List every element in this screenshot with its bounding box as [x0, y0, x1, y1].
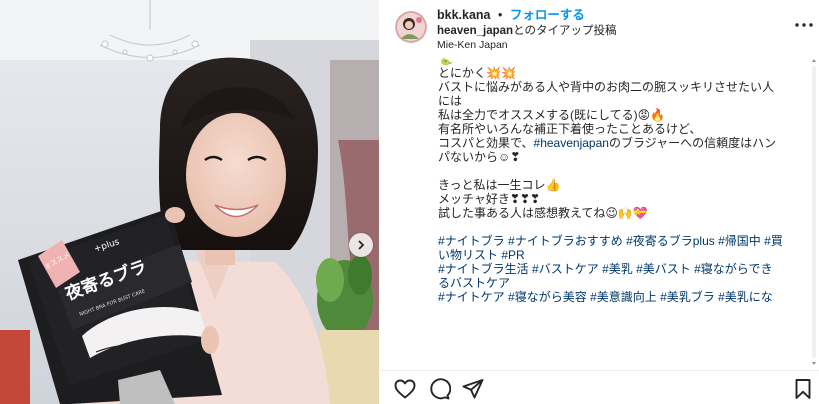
caption-line — [438, 220, 798, 234]
hashtag-link[interactable]: #美乳にな — [718, 290, 773, 304]
caption-line: メッチャ好き❣❣❣ — [438, 192, 541, 206]
post-panel: bkk.kana • フォローする heaven_japanとのタイアップ投稿 … — [379, 0, 819, 404]
hashtag-line: #ナイトケア #寝ながら美容 #美意識向上 #美乳ブラ #美乳にな — [438, 290, 798, 304]
action-bar — [379, 370, 819, 404]
separator-dot: • — [498, 8, 503, 22]
caption-text: コスパと効果で、 — [438, 136, 534, 150]
comment-icon — [430, 378, 452, 400]
hashtag-link[interactable]: い物リスト — [438, 248, 498, 262]
partner-link[interactable]: heaven_japan — [437, 25, 513, 37]
chevron-right-icon — [358, 240, 365, 250]
save-button[interactable] — [791, 377, 815, 401]
post-caption: 🐍 とにかく💥💥 バストに悩みがある人や背中のお肉二の腕スッキリさせたい人 には… — [379, 58, 819, 366]
hashtag-line: い物リスト #PR — [438, 248, 798, 262]
post-photo: オススメ +plus 夜寄るブラ NIGHT BRA FOR BUST CARE — [0, 0, 379, 404]
hashtag-link[interactable]: #夜寄るブラplus — [626, 234, 715, 248]
comment-button[interactable] — [427, 377, 452, 401]
caption-line: には — [438, 94, 463, 108]
caption-line: パないから☺❣ — [438, 150, 521, 164]
hashtag-link[interactable]: #heavenjapan — [534, 136, 609, 150]
heart-icon — [394, 379, 416, 399]
post-header: bkk.kana • フォローする heaven_japanとのタイアップ投稿 … — [379, 0, 819, 58]
hashtag-link[interactable]: #ナイトブラおすすめ — [508, 234, 623, 248]
carousel-next-button[interactable] — [349, 233, 373, 257]
partner-suffix: とのタイアップ投稿 — [513, 25, 617, 37]
hashtag-link[interactable]: #美意識向上 — [590, 290, 657, 304]
caption-line: とにかく💥💥 — [438, 66, 516, 80]
hashtag-link[interactable]: #美乳 — [602, 262, 633, 276]
caption-line: きっと私は一生コレ👍 — [438, 178, 561, 192]
hashtag-line: #ナイトブラ生活 #バストケア #美乳 #美バスト #寝ながらでき — [438, 262, 798, 276]
caption-line: コスパと効果で、#heavenjapanのブラジャーへの信頼度はハン — [438, 136, 798, 150]
hashtag-link[interactable]: #寝ながらでき — [694, 262, 772, 276]
hashtag-link[interactable]: #ナイトケア — [438, 290, 505, 304]
more-horizontal-icon — [795, 23, 813, 27]
share-button[interactable] — [461, 377, 485, 401]
hashtag-line: るバストケア — [438, 276, 798, 290]
caption-line: 試した事ある人は感想教えてね😉🙌💝 — [438, 206, 648, 220]
hashtag-link[interactable]: #バストケア — [532, 262, 599, 276]
hashtag-link[interactable]: #美バスト — [636, 262, 691, 276]
hashtag-link[interactable]: るバストケア — [438, 276, 510, 290]
caption-line — [438, 164, 798, 178]
caption-line: バストに悩みがある人や背中のお肉二の腕スッキリさせたい人 — [438, 80, 775, 94]
hashtag-link[interactable]: #ナイトブラ生活 — [438, 262, 529, 276]
hashtag-link[interactable]: #帰国中 — [718, 234, 761, 248]
username-link[interactable]: bkk.kana — [437, 8, 491, 22]
caption-scrollbar[interactable] — [811, 58, 817, 366]
hashtag-link[interactable]: #美乳ブラ — [660, 290, 715, 304]
caption-line: 私は全力でオススメする(既にしてる)😡🔥 — [438, 108, 666, 122]
post-media[interactable]: オススメ +plus 夜寄るブラ NIGHT BRA FOR BUST CARE — [0, 0, 379, 404]
caption-text: のブラジャーへの信頼度はハン — [608, 136, 777, 150]
caption-line: 有名所やいろんな補正下着使ったことあるけど、 — [438, 122, 702, 136]
hashtag-line: #ナイトブラ #ナイトブラおすすめ #夜寄るブラplus #帰国中 #買 — [438, 234, 798, 248]
more-options-button[interactable] — [793, 17, 815, 33]
bookmark-icon — [795, 379, 811, 399]
avatar[interactable] — [395, 11, 427, 43]
paper-plane-icon — [462, 379, 484, 399]
follow-button[interactable]: フォローする — [510, 8, 585, 22]
hashtag-link[interactable]: #寝ながら美容 — [508, 290, 587, 304]
hashtag-link[interactable]: #PR — [501, 248, 524, 262]
hashtag-link[interactable]: #買 — [764, 234, 783, 248]
like-button[interactable] — [393, 377, 417, 401]
hashtag-link[interactable]: #ナイトブラ — [438, 234, 505, 248]
location-link[interactable]: Mie-Ken Japan — [437, 39, 508, 51]
caption-line: 🐍 — [438, 58, 453, 66]
